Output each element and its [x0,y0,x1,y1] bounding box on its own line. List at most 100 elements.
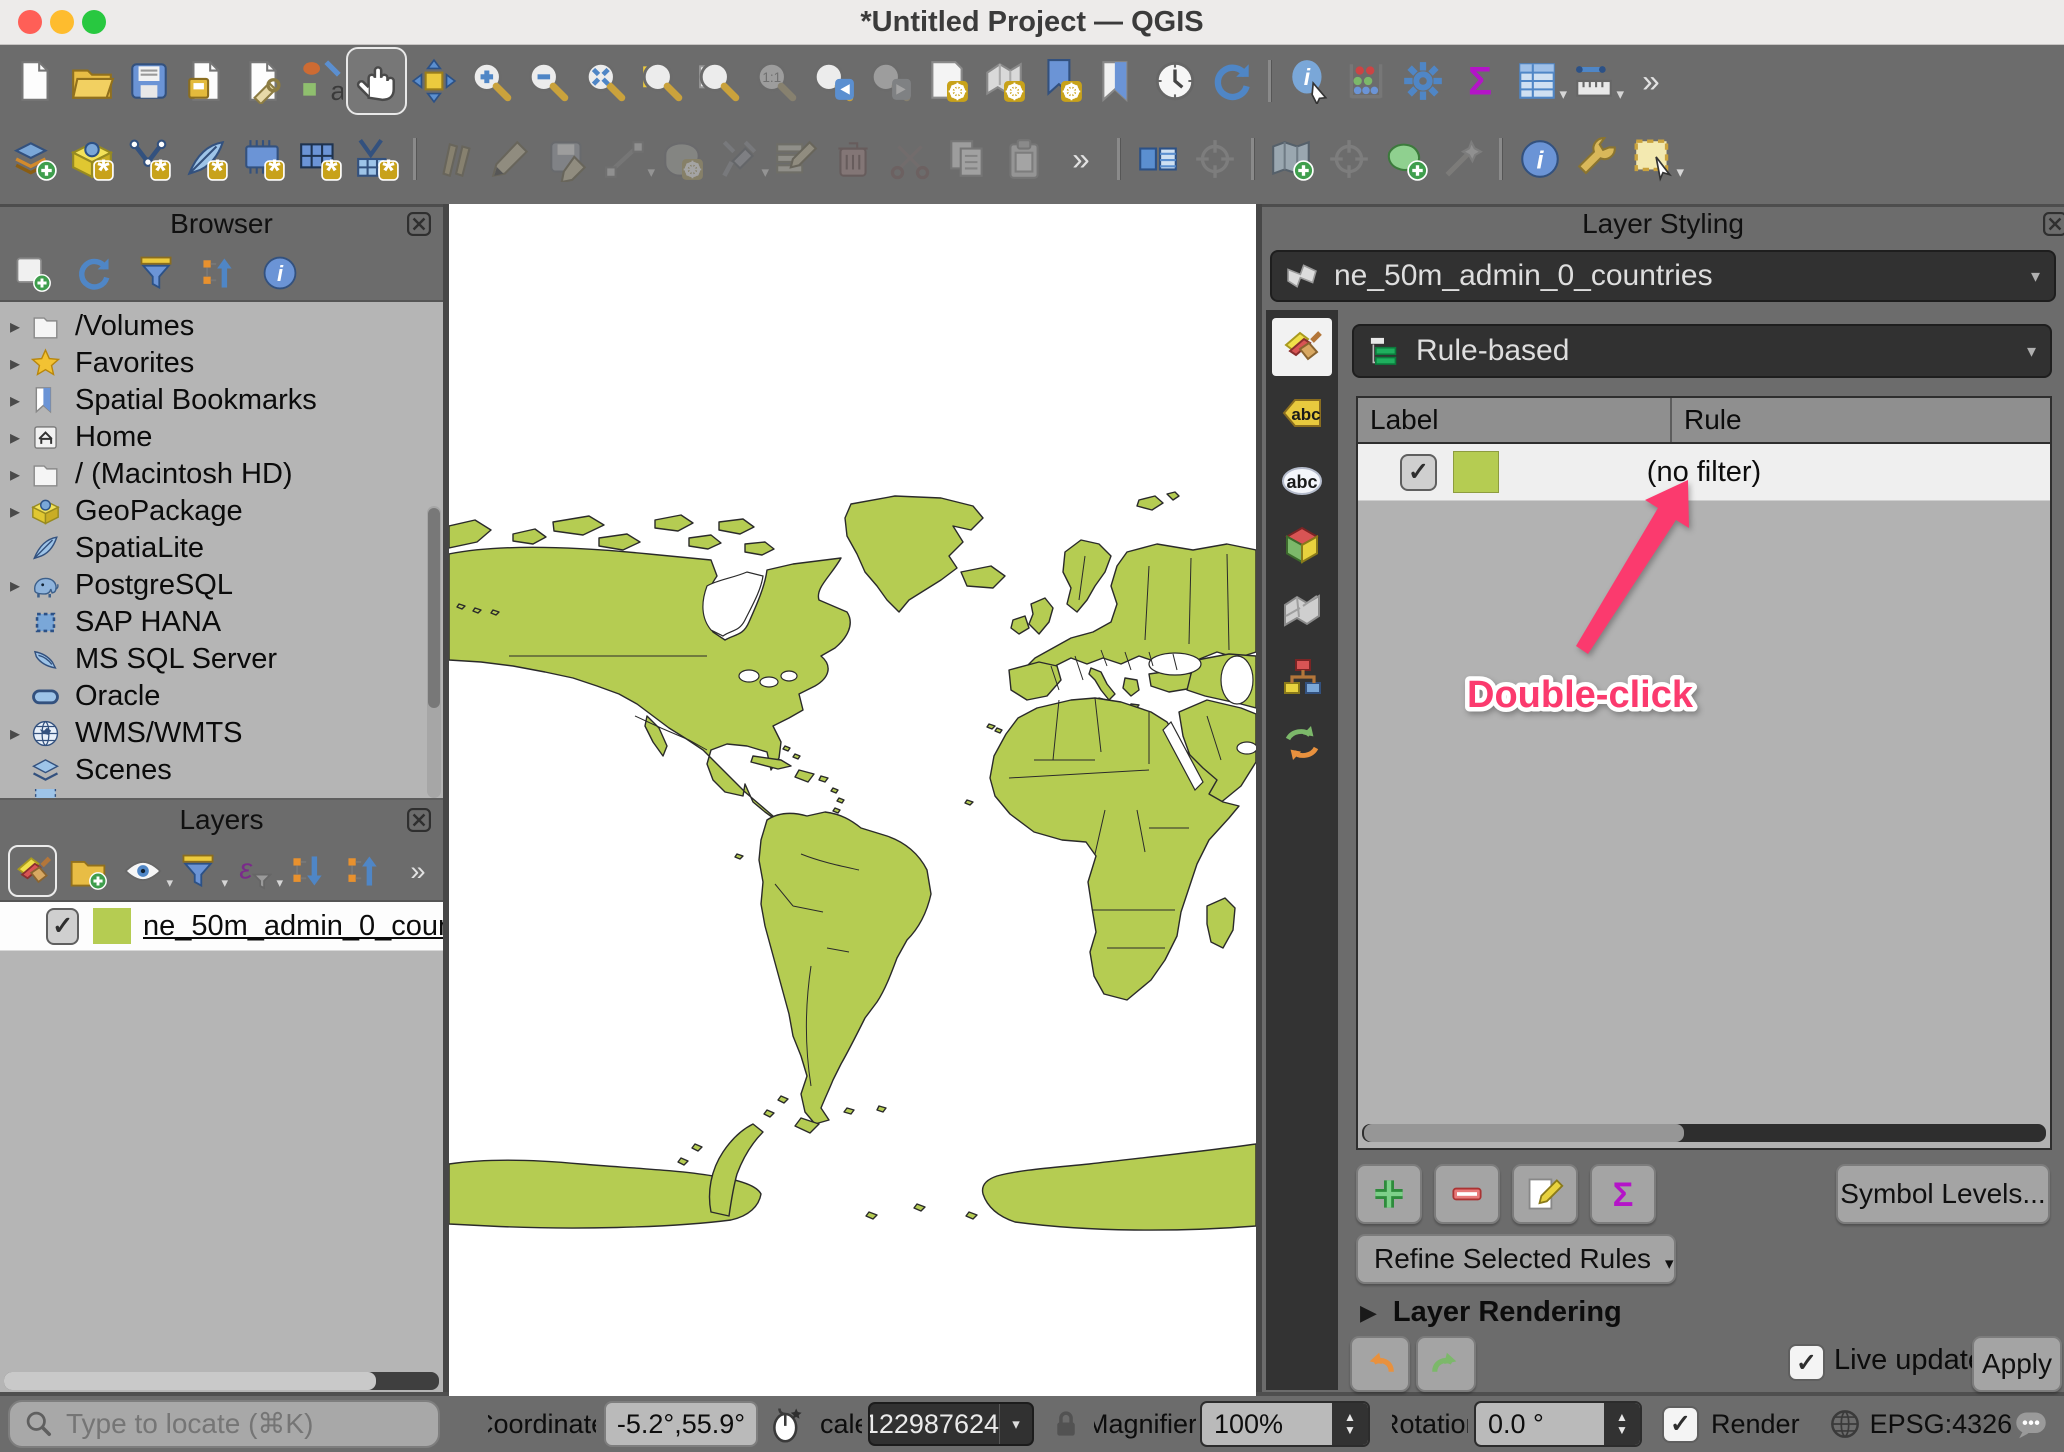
map-tips-button[interactable]: i [1511,127,1568,191]
tab-history-button[interactable] [1272,714,1332,772]
close-browser-panel-button[interactable] [404,209,434,239]
extent-tracking-icon[interactable] [768,1404,808,1444]
edit-rule-button[interactable] [1512,1164,1578,1224]
new-map-view-button[interactable] [918,49,975,113]
tab-dependencies-button[interactable] [1272,648,1332,706]
browser-tree-oracle[interactable]: Oracle [0,678,443,715]
apply-button[interactable]: Apply [1972,1336,2062,1392]
select-features-button[interactable]: ▾ [1625,127,1682,191]
expander-icon[interactable] [0,425,30,450]
show-statistics-button[interactable]: Σ [1451,49,1508,113]
new-spatial-bookmark-button[interactable] [1032,49,1089,113]
browser-tree-item[interactable] [0,789,443,798]
expander-icon[interactable] [0,351,30,376]
locate-box[interactable] [8,1400,440,1448]
new-annotation-button[interactable] [1377,127,1434,191]
layer-name[interactable]: ne_50m_admin_0_countries [143,910,443,943]
layer-rendering-section[interactable]: ▶ Layer Rendering [1360,1296,1622,1329]
new-gpx-layer-button[interactable]: * [348,127,405,191]
current-edits-button[interactable] [425,127,482,191]
add-to-overview-button[interactable] [1263,127,1320,191]
zoom-out-button[interactable] [519,49,576,113]
annotation-tool-button[interactable] [1434,127,1491,191]
measure-line-button[interactable]: ▾ [1565,49,1622,113]
style-manager-button[interactable]: a [291,49,348,113]
chevron-down-icon[interactable]: ▾ [999,1404,1032,1444]
pan-map-button[interactable] [348,49,405,113]
refine-selected-rules-button[interactable]: Refine Selected Rules ▾ [1356,1234,1676,1284]
tab-labels-button[interactable]: abc [1272,384,1332,442]
browser-tree-spatial-bookmarks[interactable]: Spatial Bookmarks [0,382,443,419]
modify-attributes-button[interactable] [767,127,824,191]
browser-tree-sap-hana[interactable]: SAP HANA [0,604,443,641]
browser-tree-home[interactable]: Home [0,419,443,456]
collapse-all-button[interactable] [194,249,242,297]
delete-selected-button[interactable] [824,127,881,191]
add-rule-button[interactable] [1356,1164,1422,1224]
layers-hscrollbar[interactable] [4,1372,439,1390]
copy-features-button[interactable] [938,127,995,191]
refresh-browser-button[interactable] [70,249,118,297]
styling-layer-selector[interactable]: ne_50m_admin_0_countries ▾ [1270,250,2056,302]
lock-scale-icon[interactable] [1050,1406,1082,1442]
browser-scrollbar[interactable] [427,506,441,798]
scale-combo[interactable]: 1:122987624 ▾ [868,1402,1034,1446]
locate-input[interactable] [64,1407,408,1441]
digitize-overflow-button[interactable]: » [1052,127,1109,191]
minimize-window-button[interactable] [50,10,74,34]
rule-table-header[interactable]: Label Rule [1358,398,2050,444]
copy-style-button[interactable] [1129,127,1186,191]
add-selected-layers-button[interactable] [8,249,56,297]
manage-visibility-button[interactable]: ▾ [120,847,165,895]
close-styling-panel-button[interactable] [2040,209,2064,239]
rule-tree-hscrollbar[interactable] [1362,1124,2046,1142]
crs-value[interactable]: EPSG:4326 [1870,1409,2013,1440]
zoom-window-button[interactable] [82,10,106,34]
temporal-controller-button[interactable] [1146,49,1203,113]
messages-icon[interactable] [2010,1406,2052,1442]
refresh-map-button[interactable] [1203,49,1260,113]
tab-masks-button[interactable]: abc [1272,450,1332,508]
layers-overflow-button[interactable]: » [395,847,440,895]
column-rule[interactable]: Rule [1672,404,1742,436]
processing-toolbox-button[interactable] [1394,49,1451,113]
open-attribute-table-button[interactable]: ▾ [1508,49,1565,113]
add-group-button[interactable] [65,847,110,895]
expander-icon[interactable] [0,314,30,339]
expand-all-button[interactable] [285,847,330,895]
statistical-summary-button[interactable] [1337,49,1394,113]
paste-features-button[interactable] [995,127,1052,191]
remove-rule-button[interactable] [1434,1164,1500,1224]
map-canvas[interactable] [449,204,1256,1396]
layer-row[interactable]: ne_50m_admin_0_countries [0,902,443,951]
layer-visibility-checkbox[interactable] [46,908,79,945]
browser-tree-postgresql[interactable]: PostgreSQL [0,567,443,604]
data-source-manager-button[interactable] [6,127,63,191]
renderer-combo[interactable]: Rule-based ▾ [1352,324,2052,378]
tab-3d-view-button[interactable] [1272,516,1332,574]
browser-tree-macintosh-hd[interactable]: / (Macintosh HD) [0,456,443,493]
project-toolbox-button[interactable] [1568,127,1625,191]
filter-browser-button[interactable] [132,249,180,297]
show-layout-manager-button[interactable] [234,49,291,113]
zoom-in-button[interactable] [462,49,519,113]
expander-icon[interactable] [0,388,30,413]
undo-style-button[interactable] [1350,1336,1410,1392]
filter-legend-button[interactable]: ▾ [175,847,220,895]
live-update-checkbox[interactable] [1788,1344,1825,1381]
new-shapefile-layer-button[interactable]: * [120,127,177,191]
symbol-levels-button[interactable]: Symbol Levels... [1836,1164,2050,1224]
browser-tree-wms-wmts[interactable]: WMS/WMTS [0,715,443,752]
save-project-button[interactable] [120,49,177,113]
show-spatial-bookmarks-button[interactable] [1089,49,1146,113]
browser-properties-button[interactable]: i [256,249,304,297]
filter-by-expression-button[interactable]: ε▾ [230,847,275,895]
zoom-to-selection-button[interactable] [633,49,690,113]
open-project-button[interactable] [63,49,120,113]
new-spatialite-layer-button[interactable]: * [177,127,234,191]
digitize-segment-button[interactable]: ▾ [596,127,653,191]
zoom-native-button[interactable]: 1:1 [747,49,804,113]
coordinate-field[interactable]: -5.2°,55.9° [604,1401,758,1447]
new-scratch-layer-button[interactable]: * [234,127,291,191]
expander-icon[interactable] [0,573,30,598]
